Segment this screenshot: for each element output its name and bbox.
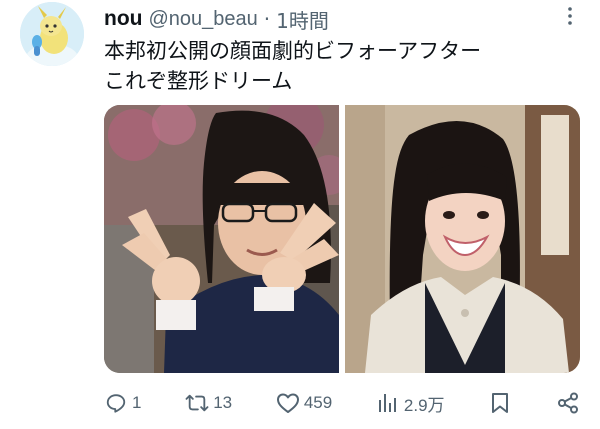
tweet-timestamp[interactable]: 1時間 (276, 5, 329, 34)
photo-after[interactable] (345, 105, 580, 373)
views-count: 2.9万 (403, 395, 445, 415)
retweet-icon (185, 391, 209, 415)
reply-icon (104, 391, 128, 415)
tweet-header: nou @nou_beau · 1時間 (104, 4, 329, 34)
author-handle[interactable]: @nou_beau (148, 8, 257, 31)
tweet-media[interactable] (104, 105, 580, 373)
bookmark-icon (488, 391, 512, 415)
retweet-count: 13 (213, 393, 233, 412)
reply-button[interactable]: 1 (104, 391, 141, 415)
photo-before-image (104, 105, 339, 373)
separator-dot: · (263, 7, 271, 31)
author-display-name[interactable]: nou (104, 7, 142, 31)
bookmark-button[interactable] (488, 391, 512, 415)
like-button[interactable]: 459 (276, 391, 332, 415)
views-button[interactable]: 2.9万 (376, 391, 445, 416)
avatar-image (20, 2, 84, 66)
tweet-text-line: 本邦初公開の顔面劇的ビフォーアフター (104, 39, 482, 63)
more-options-button[interactable] (558, 4, 582, 28)
more-dots-icon (568, 7, 572, 25)
reply-count: 1 (132, 393, 142, 412)
like-icon (276, 391, 300, 415)
retweet-button[interactable]: 13 (185, 391, 232, 415)
like-count: 459 (303, 393, 333, 412)
photo-before[interactable] (104, 105, 339, 373)
photo-after-image (345, 105, 580, 373)
share-icon (556, 391, 580, 415)
avatar[interactable] (20, 2, 84, 66)
tweet-actions: 1 13 459 2.9万 (104, 388, 580, 418)
tweet-text: 本邦初公開の顔面劇的ビフォーアフター これぞ整形ドリーム (104, 36, 564, 96)
share-button[interactable] (556, 391, 580, 415)
views-icon (376, 391, 400, 415)
tweet-text-line: これぞ整形ドリーム (104, 69, 293, 93)
